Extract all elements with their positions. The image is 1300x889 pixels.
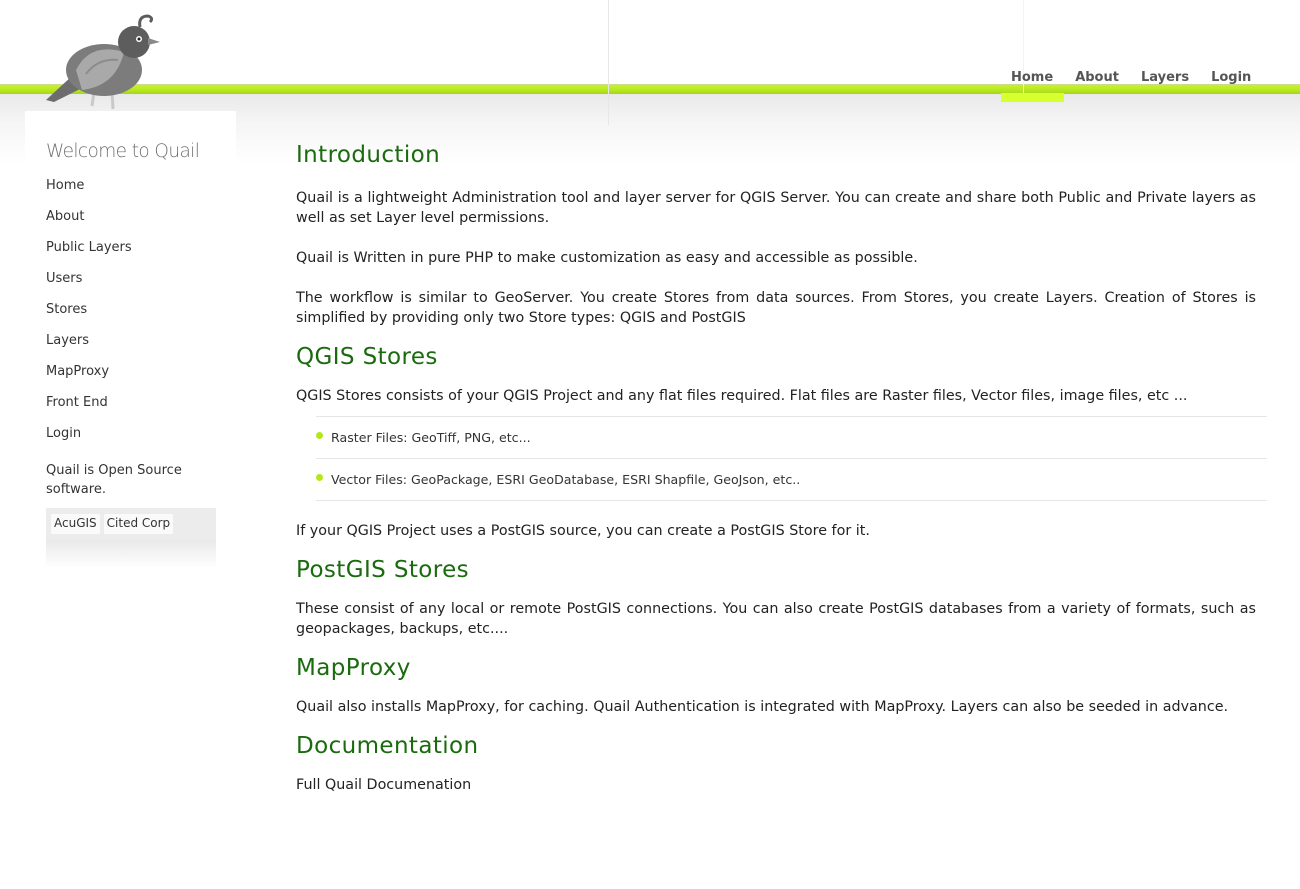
sponsor-tags: AcuGIS Cited Corp (46, 508, 216, 540)
sidebar-item-stores[interactable]: Stores (46, 301, 132, 332)
main-content: Introduction Quail is a lightweight Admi… (296, 140, 1267, 795)
page: Home About Layers Login Welcome to Quail… (0, 0, 1300, 889)
sidebar: Welcome to Quail Home About Public Layer… (25, 111, 236, 571)
list-item-text: Raster Files: GeoTiff, PNG, etc... (331, 430, 531, 445)
nav-login[interactable]: Login (1200, 69, 1262, 89)
sidebar-item-users[interactable]: Users (46, 270, 132, 301)
qgis-paragraph-1: QGIS Stores consists of your QGIS Projec… (296, 388, 1188, 404)
bullet-icon (316, 432, 323, 439)
qgis-file-types-list: Raster Files: GeoTiff, PNG, etc... Vecto… (316, 416, 1267, 501)
postgis-paragraph-1: These consist of any local or remote Pos… (296, 601, 1256, 637)
sidebar-menu: Home About Public Layers Users Stores La… (46, 177, 132, 456)
open-source-note: Quail is Open Source software. (46, 463, 182, 497)
heading-mapproxy: MapProxy (296, 655, 411, 681)
sidebar-item-public-layers[interactable]: Public Layers (46, 239, 132, 270)
sidebar-title: Welcome to Quail (46, 141, 200, 162)
sidebar-shadow (46, 540, 216, 568)
header-divider (608, 0, 609, 125)
sidebar-item-home[interactable]: Home (46, 177, 132, 208)
list-item-text: Vector Files: GeoPackage, ESRI GeoDataba… (331, 472, 801, 487)
sidebar-item-login[interactable]: Login (46, 425, 132, 456)
list-item: Raster Files: GeoTiff, PNG, etc... (316, 417, 1267, 459)
tag-cited-corp[interactable]: Cited Corp (103, 514, 174, 534)
sidebar-item-front-end[interactable]: Front End (46, 394, 132, 425)
tag-acugis[interactable]: AcuGIS (51, 514, 100, 534)
sidebar-item-about[interactable]: About (46, 208, 132, 239)
nav-home[interactable]: Home (1000, 69, 1065, 102)
heading-qgis-stores: QGIS Stores (296, 344, 438, 370)
quail-logo-icon[interactable] (42, 12, 167, 112)
intro-paragraph-3: The workflow is similar to GeoServer. Yo… (296, 290, 1256, 326)
top-nav: Home About Layers Login (1000, 69, 1262, 102)
heading-postgis-stores: PostGIS Stores (296, 557, 470, 583)
documentation-link[interactable]: Full Quail Documenation (296, 775, 1256, 795)
nav-layers[interactable]: Layers (1130, 69, 1200, 89)
list-item: Vector Files: GeoPackage, ESRI GeoDataba… (316, 459, 1267, 501)
qgis-paragraph-2: If your QGIS Project uses a PostGIS sour… (296, 523, 870, 539)
mapproxy-paragraph-1: Quail also installs MapProxy, for cachin… (296, 699, 1229, 715)
nav-about[interactable]: About (1064, 69, 1130, 89)
bullet-icon (316, 474, 323, 481)
intro-paragraph-2: Quail is Written in pure PHP to make cus… (296, 250, 918, 266)
intro-paragraph-1: Quail is a lightweight Administration to… (296, 190, 1256, 226)
heading-introduction: Introduction (296, 142, 441, 168)
sidebar-item-layers[interactable]: Layers (46, 332, 132, 363)
sidebar-item-mapproxy[interactable]: MapProxy (46, 363, 132, 394)
heading-documentation: Documentation (296, 733, 479, 759)
